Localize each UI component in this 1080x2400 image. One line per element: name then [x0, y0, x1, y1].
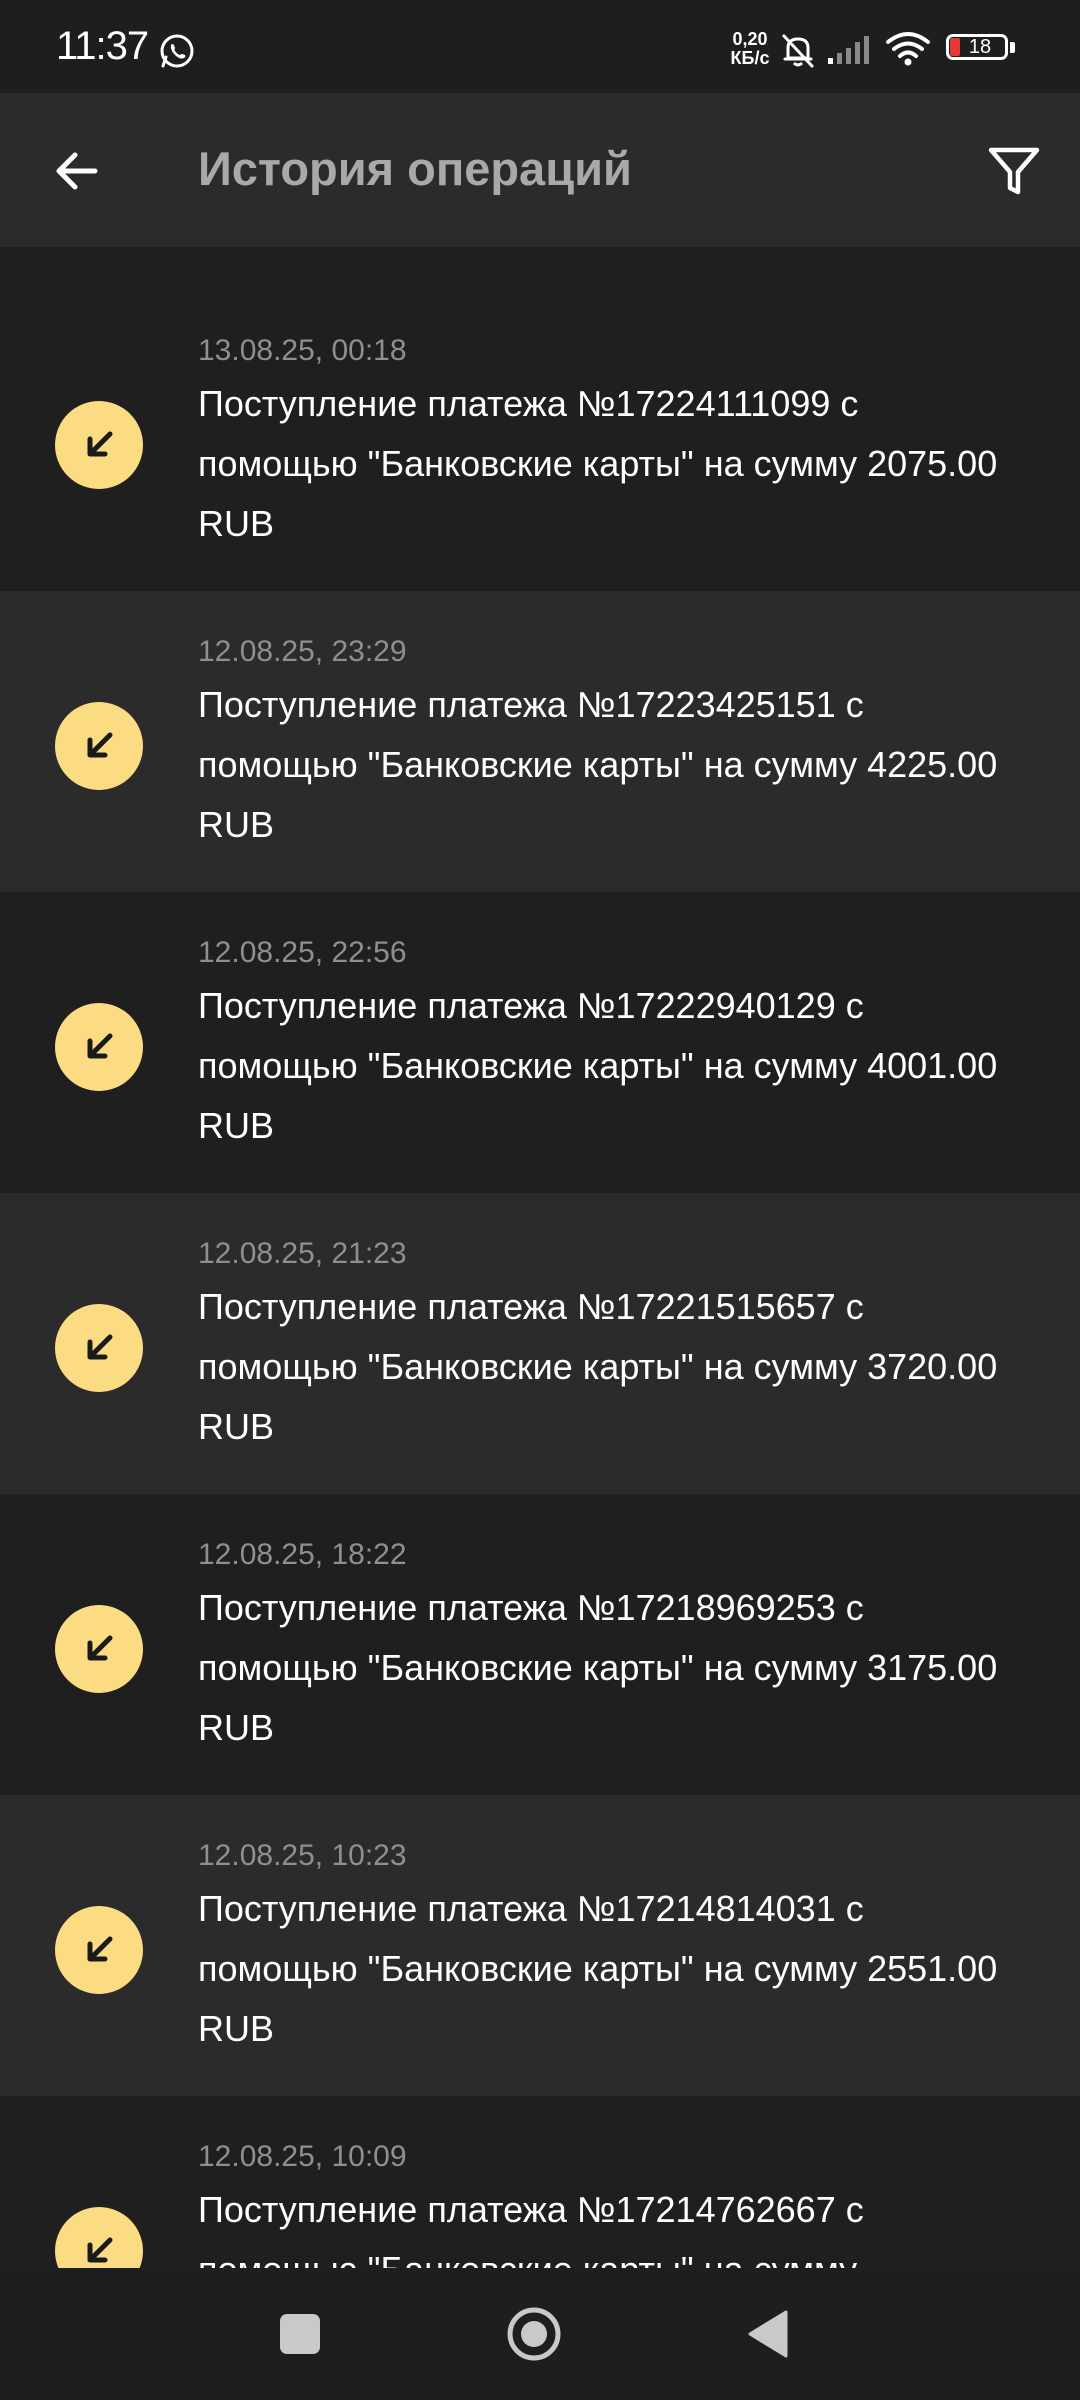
operation-date: 12.08.25, 22:56: [198, 936, 407, 969]
arrow-left-icon: [56, 152, 98, 190]
net-speed-unit: КБ/с: [730, 48, 770, 68]
operation-description: Поступление платежа №17218969253 с помощ…: [198, 1587, 998, 1748]
signal-icon: [828, 36, 869, 64]
filter-icon: [988, 147, 1040, 195]
app-bar: История операций: [0, 93, 1080, 247]
operation-description: Поступление платежа №17223425151 с помощ…: [198, 684, 998, 845]
list-item[interactable]: 12.08.25, 10:23 Поступление платежа №172…: [0, 1795, 1080, 2096]
wifi-icon: [886, 32, 930, 66]
battery-level: 18: [968, 36, 992, 58]
operation-description: Поступление платежа №17224111099 с помощ…: [198, 383, 998, 544]
list-item[interactable]: 12.08.25, 22:56 Поступление платежа №172…: [0, 892, 1080, 1193]
operation-description: Поступление платежа №17214814031 с помощ…: [198, 1888, 998, 2049]
list-item[interactable]: 12.08.25, 21:23 Поступление платежа №172…: [0, 1193, 1080, 1494]
operation-date: 12.08.25, 10:09: [198, 2140, 407, 2173]
back-button[interactable]: [36, 131, 116, 211]
incoming-arrow-icon: [55, 2207, 143, 2270]
operation-date: 12.08.25, 23:29: [198, 635, 407, 668]
incoming-arrow-icon: [55, 1605, 143, 1693]
incoming-arrow-icon: [55, 401, 143, 489]
operation-description: Поступление платежа №17222940129 с помощ…: [198, 985, 998, 1146]
whatsapp-icon: [160, 34, 194, 68]
operation-date: 12.08.25, 10:23: [198, 1839, 407, 1872]
battery-icon: 18: [946, 34, 1018, 64]
status-bar: 11:37 0,20 КБ/с 18: [0, 0, 1080, 93]
back-triangle-icon[interactable]: [744, 2308, 790, 2360]
list-item[interactable]: 12.08.25, 10:09 Поступление платежа №172…: [0, 2096, 1080, 2270]
operations-list[interactable]: 13.08.25, 00:18 Поступление платежа №172…: [0, 290, 1080, 2270]
incoming-arrow-icon: [55, 702, 143, 790]
page-title: История операций: [198, 142, 632, 195]
list-item[interactable]: 12.08.25, 23:29 Поступление платежа №172…: [0, 591, 1080, 892]
recent-apps-icon[interactable]: [280, 2314, 320, 2354]
operation-description: Поступление платежа №17214762667 с помощ…: [198, 2189, 864, 2270]
incoming-arrow-icon: [55, 1906, 143, 1994]
incoming-arrow-icon: [55, 1003, 143, 1091]
incoming-arrow-icon: [55, 1304, 143, 1392]
net-speed: 0,20 КБ/с: [724, 30, 776, 68]
list-item[interactable]: 13.08.25, 00:18 Поступление платежа №172…: [0, 290, 1080, 591]
operation-date: 12.08.25, 21:23: [198, 1237, 407, 1270]
operation-description: Поступление платежа №17221515657 с помощ…: [198, 1286, 998, 1447]
bell-off-icon: [782, 34, 814, 68]
status-time: 11:37: [56, 24, 149, 68]
filter-button[interactable]: [974, 131, 1054, 211]
operation-date: 12.08.25, 18:22: [198, 1538, 407, 1571]
net-speed-value: 0,20: [732, 29, 768, 49]
list-item[interactable]: 12.08.25, 18:22 Поступление платежа №172…: [0, 1494, 1080, 1795]
home-icon[interactable]: [506, 2306, 562, 2362]
system-nav-bar: [0, 2268, 1080, 2400]
operation-date: 13.08.25, 00:18: [198, 334, 407, 367]
